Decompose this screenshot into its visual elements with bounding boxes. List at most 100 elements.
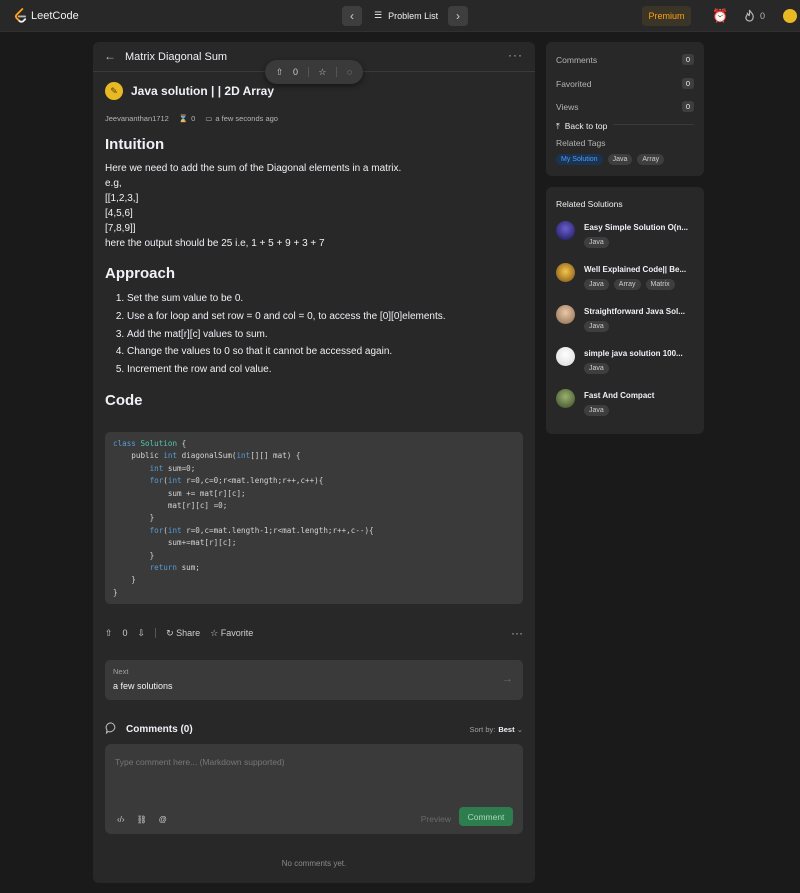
solution-title: Java solution | | 2D Array xyxy=(131,84,274,98)
alarm-clock-icon[interactable]: ⏰ xyxy=(712,8,728,24)
intuition-line: e.g, xyxy=(105,178,122,189)
avatar xyxy=(556,347,575,366)
chevron-down-icon: ⌄ xyxy=(516,725,523,734)
floating-action-bar: ⇧ 0 ☆ ◌ xyxy=(265,60,363,84)
approach-step: Use a for loop and set row = 0 and col =… xyxy=(127,308,523,326)
sort-value: Best xyxy=(498,725,515,734)
solution-content: Intuition Here we need to add the sum of… xyxy=(105,136,523,417)
star-icon: ☆ xyxy=(210,627,219,638)
intuition-line: [4,5,6] xyxy=(105,208,133,219)
comments-title: Comments (0) xyxy=(126,724,193,735)
no-comments-text: No comments yet. xyxy=(281,859,347,868)
related-solution-title: Easy Simple Solution O(n... xyxy=(584,223,689,232)
solution-header: ✎ Java solution | | 2D Array xyxy=(105,82,274,100)
preview-button[interactable]: Preview xyxy=(421,814,451,824)
divider xyxy=(307,67,309,77)
more-options-icon[interactable]: ··· xyxy=(508,48,523,62)
calendar-icon: ▭ xyxy=(205,114,213,123)
comment-submit-button[interactable]: Comment xyxy=(459,807,513,826)
divider xyxy=(336,67,338,77)
stat-label: Favorited xyxy=(556,78,592,89)
approach-step: Set the sum value to be 0. xyxy=(127,290,523,308)
leetcode-logo-icon xyxy=(14,8,27,23)
intuition-line: here the output should be 25 i.e, 1 + 5 … xyxy=(105,238,325,249)
intuition-line: Here we need to add the sum of the Diago… xyxy=(105,163,402,174)
views-meta: ⌛ 0 xyxy=(179,114,196,123)
comment-input[interactable]: Type comment here... (Markdown supported… xyxy=(115,757,285,767)
streak-flame-icon[interactable] xyxy=(744,9,755,25)
solution-actions: ⇧ 0 ⇩ ↻ Share ☆ Favorite ··· xyxy=(105,626,523,640)
avatar xyxy=(556,263,575,282)
related-solution-title: Straightforward Java Sol... xyxy=(584,307,685,316)
upvote-icon[interactable]: ⇧ xyxy=(276,67,284,78)
hourglass-icon: ⌛ xyxy=(178,114,189,123)
stat-value: 0 xyxy=(681,101,694,112)
code-block[interactable]: class Solution { public int diagonalSum(… xyxy=(105,432,523,604)
tag-java[interactable]: Java xyxy=(584,279,609,290)
tag-array[interactable]: Array xyxy=(637,154,665,165)
problem-list-button[interactable]: ☰ Problem List xyxy=(374,10,438,21)
avatar xyxy=(556,221,575,240)
share-button[interactable]: ↻ Share xyxy=(166,628,200,639)
avatar xyxy=(556,389,575,408)
next-text: a few solutions xyxy=(113,681,173,691)
tag-java[interactable]: Java xyxy=(584,363,609,374)
arrow-up-icon: ⤒ xyxy=(556,120,560,131)
stat-favorited: Favorited 0 xyxy=(556,78,694,89)
code-heading: Code xyxy=(105,391,143,409)
next-label: Next xyxy=(113,667,129,676)
views-count: 0 xyxy=(191,114,196,123)
star-icon[interactable]: ☆ xyxy=(318,67,326,78)
tag-my-solution[interactable]: My Solution xyxy=(556,154,603,165)
tag-java[interactable]: Java xyxy=(607,154,633,165)
sort-dropdown[interactable]: Sort by: Best ⌄ xyxy=(470,725,524,734)
tag-matrix[interactable]: Matrix xyxy=(645,279,675,290)
user-avatar[interactable] xyxy=(783,9,797,23)
post-time: a few seconds ago xyxy=(215,114,278,123)
stat-views: Views 0 xyxy=(556,101,694,112)
related-solution-title: simple java solution 100... xyxy=(584,349,683,358)
tag-java[interactable]: Java xyxy=(584,405,609,416)
comment-bubble-icon xyxy=(105,722,118,737)
prev-problem-button[interactable]: ‹ xyxy=(342,6,362,26)
stat-comments: Comments 0 xyxy=(556,54,694,65)
back-arrow-icon[interactable]: ← xyxy=(104,49,116,63)
code-icon[interactable]: ‹/› xyxy=(117,815,125,824)
next-solution-card[interactable]: Next a few solutions → xyxy=(105,660,523,700)
mention-icon[interactable]: @ xyxy=(159,815,167,824)
sort-label: Sort by: xyxy=(469,725,496,734)
share-icon: ↻ xyxy=(166,627,174,638)
more-options-icon[interactable]: ··· xyxy=(511,626,523,640)
problem-title: Matrix Diagonal Sum xyxy=(125,51,228,63)
back-to-top-label: Back to top xyxy=(564,121,608,131)
intuition-line: [7,8,9]] xyxy=(105,223,136,234)
stat-value: 0 xyxy=(681,54,694,65)
tag-array[interactable]: Array xyxy=(613,279,641,290)
solution-panel: ← Matrix Diagonal Sum ··· ✎ Java solutio… xyxy=(93,42,535,883)
approach-steps: Set the sum value to be 0. Use a for loo… xyxy=(105,290,523,379)
comment-icon[interactable]: ◌ xyxy=(347,67,352,77)
link-icon[interactable]: ⛓ xyxy=(137,815,147,824)
author-name[interactable]: Jeevananthan1712 xyxy=(105,114,169,123)
upvote-icon[interactable]: ⇧ xyxy=(105,628,113,639)
leetcode-logo[interactable]: LeetCode xyxy=(14,8,79,23)
vote-count: 0 xyxy=(122,628,128,638)
author-avatar[interactable]: ✎ xyxy=(105,82,123,100)
related-solutions-title: Related Solutions xyxy=(556,199,623,209)
back-to-top-button[interactable]: ⤒ Back to top xyxy=(556,119,614,133)
approach-step: Add the mat[r][c] values to sum. xyxy=(127,326,523,344)
favorite-button[interactable]: ☆ Favorite xyxy=(210,628,253,639)
problem-list-label: Problem List xyxy=(388,10,439,21)
share-label: Share xyxy=(176,627,201,638)
stat-label: Comments xyxy=(556,54,598,65)
list-icon: ☰ xyxy=(374,10,383,20)
tag-java[interactable]: Java xyxy=(584,321,609,332)
divider xyxy=(155,628,157,638)
tag-java[interactable]: Java xyxy=(584,237,609,248)
avatar xyxy=(556,305,575,324)
premium-button[interactable]: Premium xyxy=(642,6,691,26)
downvote-icon[interactable]: ⇩ xyxy=(138,628,146,639)
next-problem-button[interactable]: › xyxy=(448,6,468,26)
comment-editor[interactable]: Type comment here... (Markdown supported… xyxy=(105,744,523,834)
logo-text: LeetCode xyxy=(31,9,79,22)
